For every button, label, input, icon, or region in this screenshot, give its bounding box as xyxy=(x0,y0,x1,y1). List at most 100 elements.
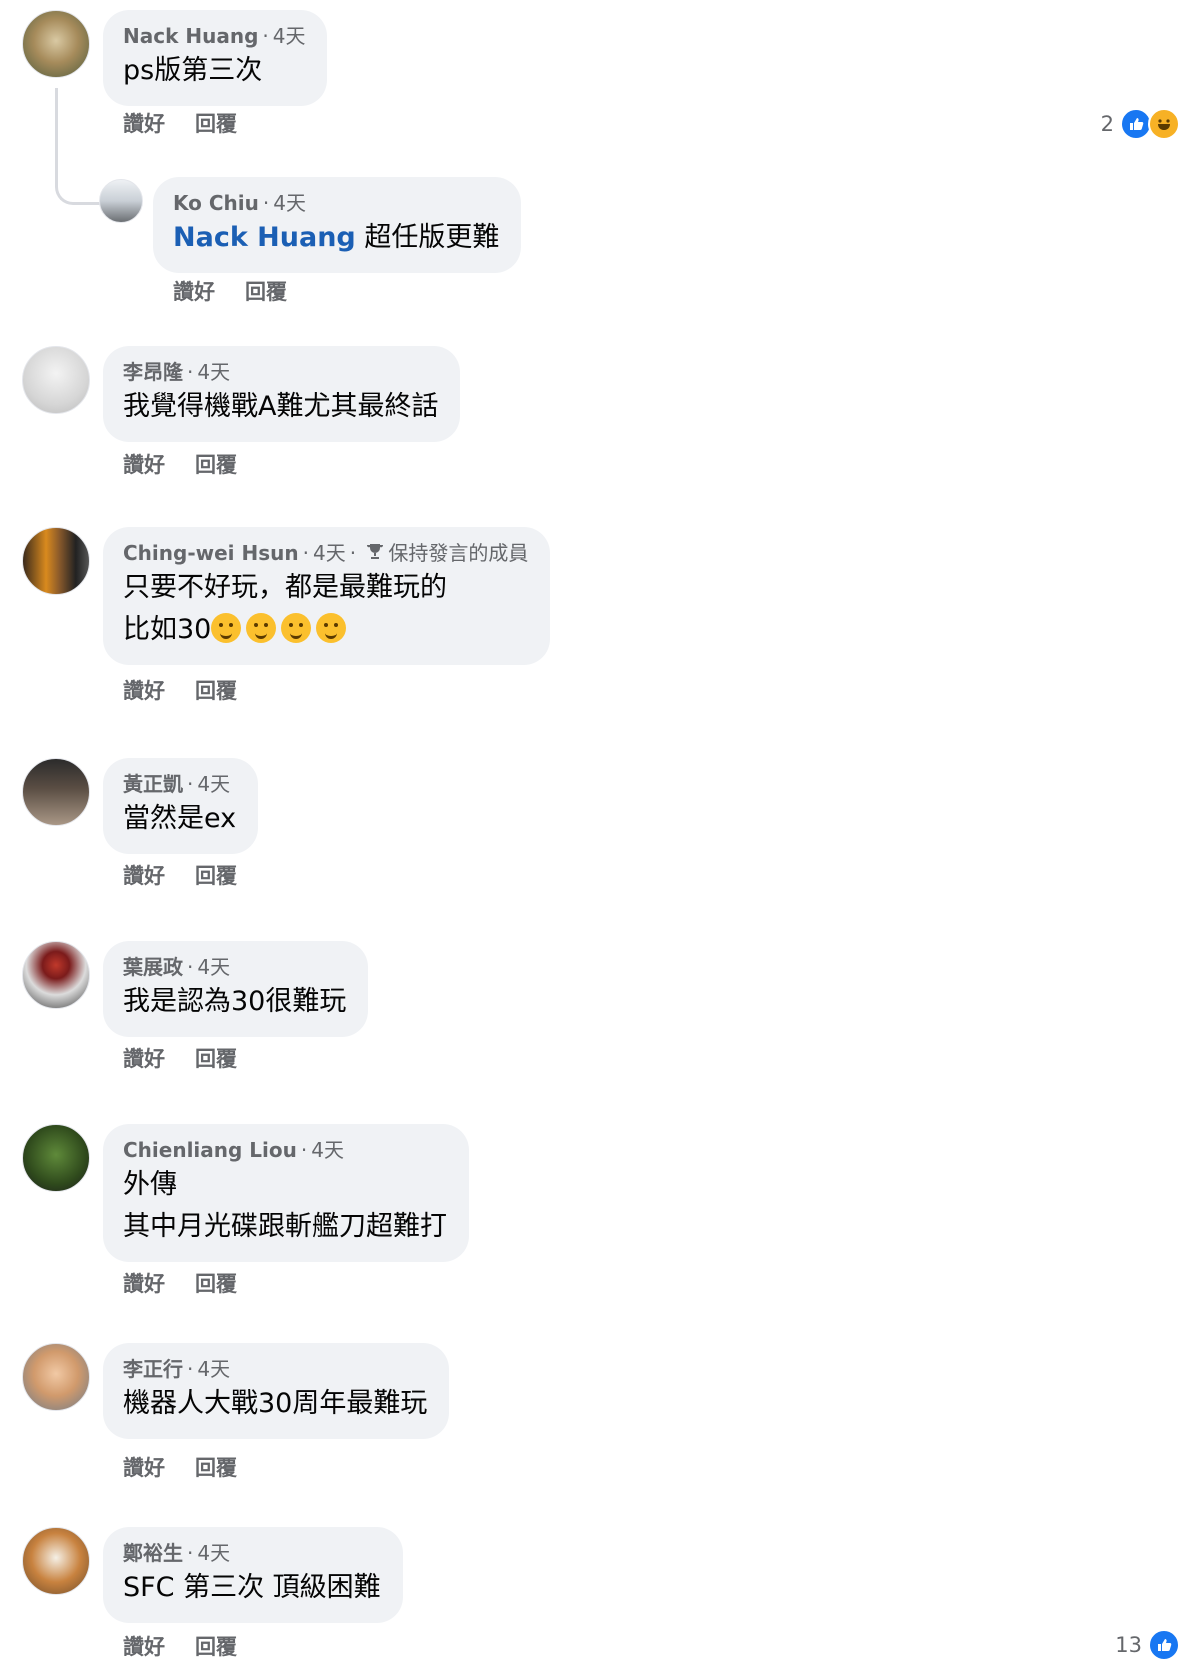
comment-meta: 葉展政 · 4天 xyxy=(123,955,231,979)
avatar[interactable] xyxy=(22,1527,90,1595)
reply-button[interactable]: 回覆 xyxy=(195,860,237,890)
hugging-face-emoji xyxy=(211,613,242,643)
comment-bubble: Chienliang Liou · 4天 外傳 其中月光碟跟斬艦刀超難打 xyxy=(103,1124,469,1262)
avatar[interactable] xyxy=(22,527,90,595)
comment-text-body: 比如30 xyxy=(123,614,212,645)
member-badge[interactable]: 保持發言的成員 xyxy=(366,539,528,567)
comment-time[interactable]: 4天 xyxy=(313,541,346,565)
avatar[interactable] xyxy=(22,10,90,78)
author-name[interactable]: 李昂隆 xyxy=(123,360,183,384)
like-button[interactable]: 讚好 xyxy=(123,675,165,705)
comment-meta: 李正行 · 4天 xyxy=(123,1357,231,1381)
comment-meta: Nack Huang · 4天 xyxy=(123,24,306,48)
author-name[interactable]: Chienliang Liou xyxy=(123,1138,297,1162)
comment-actions: 讚好 回覆 xyxy=(123,449,237,479)
reply-button[interactable]: 回覆 xyxy=(195,1452,237,1482)
comment-actions: 讚好 回覆 xyxy=(123,860,237,890)
comment-text: 我是認為30很難玩 xyxy=(123,986,347,1017)
avatar[interactable] xyxy=(22,1343,90,1411)
comment-actions: 讚好 回覆 xyxy=(123,1452,237,1482)
like-button[interactable]: 讚好 xyxy=(123,108,165,138)
comment-time[interactable]: 4天 xyxy=(197,772,230,796)
comment-actions: 讚好 回覆 xyxy=(123,1043,237,1073)
comment-meta: Ko Chiu · 4天 xyxy=(173,191,306,215)
comment-bubble: 葉展政 · 4天 我是認為30很難玩 xyxy=(103,941,369,1037)
hugging-face-emoji xyxy=(246,613,277,643)
comment-time[interactable]: 4天 xyxy=(273,24,306,48)
comment-text-body: 超任版更難 xyxy=(364,222,500,253)
comment-time[interactable]: 4天 xyxy=(273,191,306,215)
avatar[interactable] xyxy=(22,346,90,414)
comment-meta: Ching-wei Hsun · 4天 · 保持發言的成員 xyxy=(123,539,529,567)
comment-text: 機器人大戰30周年最難玩 xyxy=(123,1388,428,1419)
author-name[interactable]: Ko Chiu xyxy=(173,191,259,215)
reaction-count: 13 xyxy=(1115,1633,1142,1657)
comment-meta: Chienliang Liou · 4天 xyxy=(123,1138,344,1162)
author-name[interactable]: 葉展政 xyxy=(123,955,183,979)
mention-link[interactable]: Nack Huang xyxy=(173,222,356,253)
comment-text-line1: 只要不好玩，都是最難玩的 xyxy=(123,572,447,603)
like-button[interactable]: 讚好 xyxy=(123,860,165,890)
comment-actions: 讚好 回覆 xyxy=(123,1268,237,1298)
comment-meta: 黃正凱 · 4天 xyxy=(123,772,231,796)
trophy-icon xyxy=(366,539,384,567)
comment-actions: 讚好 回覆 xyxy=(123,675,237,705)
hugging-face-emoji xyxy=(316,613,347,643)
like-button[interactable]: 讚好 xyxy=(123,449,165,479)
comment-time[interactable]: 4天 xyxy=(311,1138,344,1162)
reaction-count: 2 xyxy=(1100,112,1114,136)
comment-actions: 讚好 回覆 xyxy=(123,108,237,138)
hugging-face-emoji xyxy=(281,613,312,643)
comment-text: 當然是ex xyxy=(123,803,237,834)
comment-time[interactable]: 4天 xyxy=(197,360,230,384)
reply-button[interactable]: 回覆 xyxy=(195,1268,237,1298)
like-button[interactable]: 讚好 xyxy=(123,1452,165,1482)
comment-text-line1: 外傳 xyxy=(123,1169,177,1200)
reply-button[interactable]: 回覆 xyxy=(195,1631,237,1661)
reply-button[interactable]: 回覆 xyxy=(195,449,237,479)
comment-text: ps版第三次 xyxy=(123,55,263,86)
author-name[interactable]: Nack Huang xyxy=(123,24,258,48)
comment-bubble: 李昂隆 · 4天 我覺得機戰A難尤其最終話 xyxy=(103,346,461,442)
comment-bubble: 黃正凱 · 4天 當然是ex xyxy=(103,758,259,854)
comment-meta: 李昂隆 · 4天 xyxy=(123,360,231,384)
badge-label: 保持發言的成員 xyxy=(388,541,529,565)
author-name[interactable]: 李正行 xyxy=(123,1357,183,1381)
reaction-summary[interactable]: 2 xyxy=(1101,108,1180,140)
avatar[interactable] xyxy=(22,758,90,826)
haha-reaction-icon xyxy=(1148,108,1180,140)
comment-text: Nack Huang 超任版更難 xyxy=(173,217,499,259)
like-button[interactable]: 讚好 xyxy=(123,1268,165,1298)
reply-button[interactable]: 回覆 xyxy=(195,108,237,138)
avatar[interactable] xyxy=(22,1124,90,1192)
author-name[interactable]: 黃正凱 xyxy=(123,772,183,796)
comment-actions: 讚好 回覆 xyxy=(173,276,287,306)
reply-button[interactable]: 回覆 xyxy=(195,675,237,705)
author-name[interactable]: Ching-wei Hsun xyxy=(123,541,299,565)
comment-meta: 鄭裕生 · 4天 xyxy=(123,1541,231,1565)
comment-bubble: 李正行 · 4天 機器人大戰30周年最難玩 xyxy=(103,1343,450,1439)
comment-time[interactable]: 4天 xyxy=(197,1541,230,1565)
reply-button[interactable]: 回覆 xyxy=(245,276,287,306)
comment-text-line2: 其中月光碟跟斬艦刀超難打 xyxy=(123,1211,447,1242)
comment-bubble: Ching-wei Hsun · 4天 · 保持發言的成員 只要不好玩，都是最難玩的 … xyxy=(103,527,551,665)
avatar[interactable] xyxy=(99,179,143,223)
avatar[interactable] xyxy=(22,941,90,1009)
like-button[interactable]: 讚好 xyxy=(123,1631,165,1661)
like-button[interactable]: 讚好 xyxy=(173,276,215,306)
reply-button[interactable]: 回覆 xyxy=(195,1043,237,1073)
comment-text-line2: 比如30 xyxy=(123,609,528,651)
like-button[interactable]: 讚好 xyxy=(123,1043,165,1073)
comment-bubble: Ko Chiu · 4天 Nack Huang 超任版更難 xyxy=(153,177,522,273)
like-reaction-icon xyxy=(1148,1629,1180,1661)
reaction-summary[interactable]: 13 xyxy=(1115,1629,1180,1661)
comment-time[interactable]: 4天 xyxy=(197,1357,230,1381)
comment-text: 我覺得機戰A難尤其最終話 xyxy=(123,391,439,422)
author-name[interactable]: 鄭裕生 xyxy=(123,1541,183,1565)
comment-actions: 讚好 回覆 xyxy=(123,1631,237,1661)
comment-bubble: 鄭裕生 · 4天 SFC 第三次 頂級困難 xyxy=(103,1527,403,1623)
reply-thread-line xyxy=(55,88,100,205)
comment-time[interactable]: 4天 xyxy=(197,955,230,979)
comment-bubble: Nack Huang · 4天 ps版第三次 xyxy=(103,10,328,106)
comment-text: SFC 第三次 頂級困難 xyxy=(123,1572,381,1603)
